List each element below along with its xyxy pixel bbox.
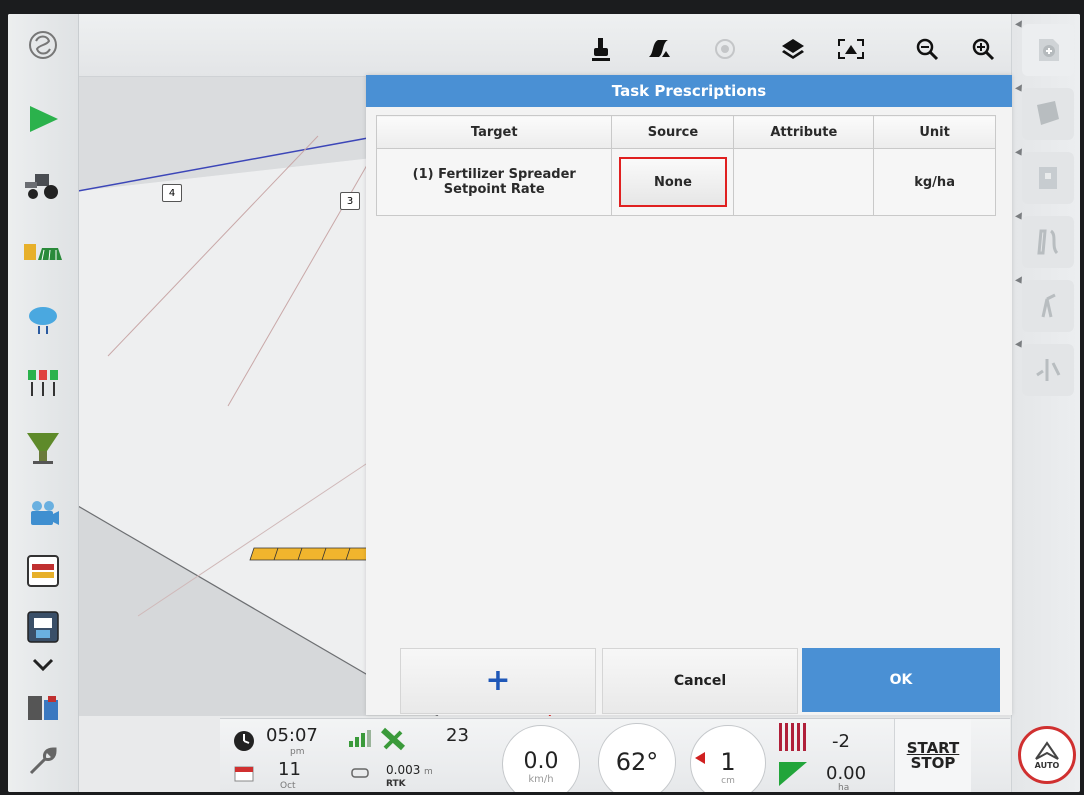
satellite-count: 23 bbox=[446, 725, 469, 746]
map-page-icon[interactable] bbox=[1022, 88, 1074, 140]
cancel-button[interactable]: Cancel bbox=[602, 648, 798, 714]
camera-icon[interactable] bbox=[20, 490, 66, 536]
attribute-cell bbox=[733, 148, 875, 216]
section-control-icon[interactable] bbox=[20, 360, 66, 406]
heading-value: 62° bbox=[615, 748, 659, 776]
offset-arrow-left-icon bbox=[694, 751, 706, 765]
cloud-sync-icon[interactable] bbox=[20, 296, 66, 342]
date-month: Oct bbox=[280, 781, 296, 791]
area-unit: ha bbox=[838, 783, 850, 792]
speed-gauge[interactable]: 0.0 km/h bbox=[502, 725, 580, 792]
tractor-icon[interactable] bbox=[20, 162, 66, 208]
heading-gauge[interactable]: 62° bbox=[598, 723, 676, 792]
isobus-vt-icon[interactable] bbox=[20, 604, 66, 650]
accuracy-unit: m bbox=[424, 767, 433, 777]
time-value: 05:07 bbox=[266, 725, 318, 746]
column-header-source: Source bbox=[611, 115, 735, 149]
offset-unit: cm bbox=[721, 776, 735, 786]
target-name-line1: (1) Fertilizer Spreader bbox=[412, 167, 576, 182]
area-value: 0.00 bbox=[826, 763, 867, 784]
task-prescriptions-dialog: Task Prescriptions Target Source Attribu… bbox=[366, 75, 1012, 715]
ok-button[interactable]: OK bbox=[802, 648, 1000, 712]
section-barcode-icon bbox=[776, 721, 810, 753]
map-marker-3[interactable]: 3 bbox=[340, 192, 360, 210]
table-header-row: Target Source Attribute Unit bbox=[375, 115, 996, 149]
dialog-title: Task Prescriptions bbox=[366, 75, 1012, 107]
auto-steer-icon bbox=[1035, 740, 1059, 760]
column-header-unit: Unit bbox=[873, 115, 996, 149]
layers-icon[interactable] bbox=[776, 32, 810, 66]
area-triangle-icon bbox=[776, 759, 810, 789]
spreader-hopper-icon[interactable] bbox=[20, 424, 66, 470]
task-manager-icon[interactable] bbox=[20, 548, 66, 594]
target-name-line2: Setpoint Rate bbox=[443, 182, 545, 197]
section-value: -2 bbox=[832, 731, 850, 752]
clock-icon bbox=[232, 729, 256, 753]
time-suffix: pm bbox=[290, 747, 305, 757]
expand-chevron-icon[interactable] bbox=[20, 650, 66, 680]
satellite-icon bbox=[378, 725, 408, 753]
signal-strength-icon bbox=[346, 727, 374, 751]
display-screen: 4 3 Task Prescriptions Target Source Att… bbox=[8, 14, 1080, 792]
auto-steer-button[interactable]: AUTO bbox=[1018, 726, 1076, 784]
prescriptions-table: Target Source Attribute Unit (1) Fertili… bbox=[375, 115, 996, 216]
add-widget-icon[interactable] bbox=[1022, 24, 1074, 76]
field-layer-icon[interactable] bbox=[1022, 152, 1074, 204]
settings-wrench-icon[interactable] bbox=[20, 738, 66, 784]
guidance-play-icon[interactable] bbox=[20, 96, 66, 142]
status-bar: 05:07 pm 11 Oct 23 0.003 m RTK 0.0 km/h … bbox=[220, 718, 1010, 792]
plus-icon: + bbox=[485, 663, 511, 698]
column-header-target: Target bbox=[375, 115, 613, 149]
add-prescription-button[interactable]: + bbox=[400, 648, 596, 714]
zoom-in-icon[interactable] bbox=[966, 32, 1000, 66]
map-marker-4[interactable]: 4 bbox=[162, 184, 182, 202]
column-header-attribute: Attribute bbox=[733, 115, 875, 149]
steering-icon[interactable] bbox=[1022, 280, 1074, 332]
stop-label: STOP bbox=[910, 754, 956, 772]
target-cell: (1) Fertilizer Spreader Setpoint Rate bbox=[375, 148, 613, 216]
unit-cell: kg/ha bbox=[873, 148, 996, 216]
speed-unit: km/h bbox=[528, 774, 554, 785]
gps-mode: RTK bbox=[386, 779, 406, 789]
table-row: (1) Fertilizer Spreader Setpoint Rate No… bbox=[375, 148, 996, 216]
swath-pattern-icon[interactable] bbox=[642, 32, 676, 66]
view-extents-icon[interactable] bbox=[834, 32, 868, 66]
source-select-button[interactable]: None bbox=[618, 157, 727, 207]
implement-icon[interactable] bbox=[20, 228, 66, 274]
gps-target-icon[interactable] bbox=[708, 32, 742, 66]
speed-value: 0.0 bbox=[523, 749, 559, 774]
home-menu-icon[interactable] bbox=[20, 22, 66, 68]
start-stop-button[interactable]: START STOP bbox=[894, 719, 971, 792]
boundary-icon[interactable] bbox=[1022, 344, 1074, 396]
date-day: 11 bbox=[278, 759, 301, 780]
top-toolbar bbox=[8, 14, 1080, 77]
right-sidebar bbox=[1011, 14, 1080, 792]
source-cell: None bbox=[611, 148, 735, 216]
accuracy-value: 0.003 bbox=[386, 763, 421, 777]
offset-value: 1 bbox=[720, 748, 736, 776]
calendar-icon bbox=[232, 761, 256, 785]
left-sidebar bbox=[8, 14, 79, 792]
tank-fill-icon[interactable] bbox=[20, 684, 66, 730]
zoom-out-icon[interactable] bbox=[910, 32, 944, 66]
receiver-icon bbox=[350, 765, 370, 781]
auto-label: AUTO bbox=[1034, 760, 1060, 770]
touch-pointer-icon[interactable] bbox=[584, 32, 618, 66]
guidance-lines-icon[interactable] bbox=[1022, 216, 1074, 268]
